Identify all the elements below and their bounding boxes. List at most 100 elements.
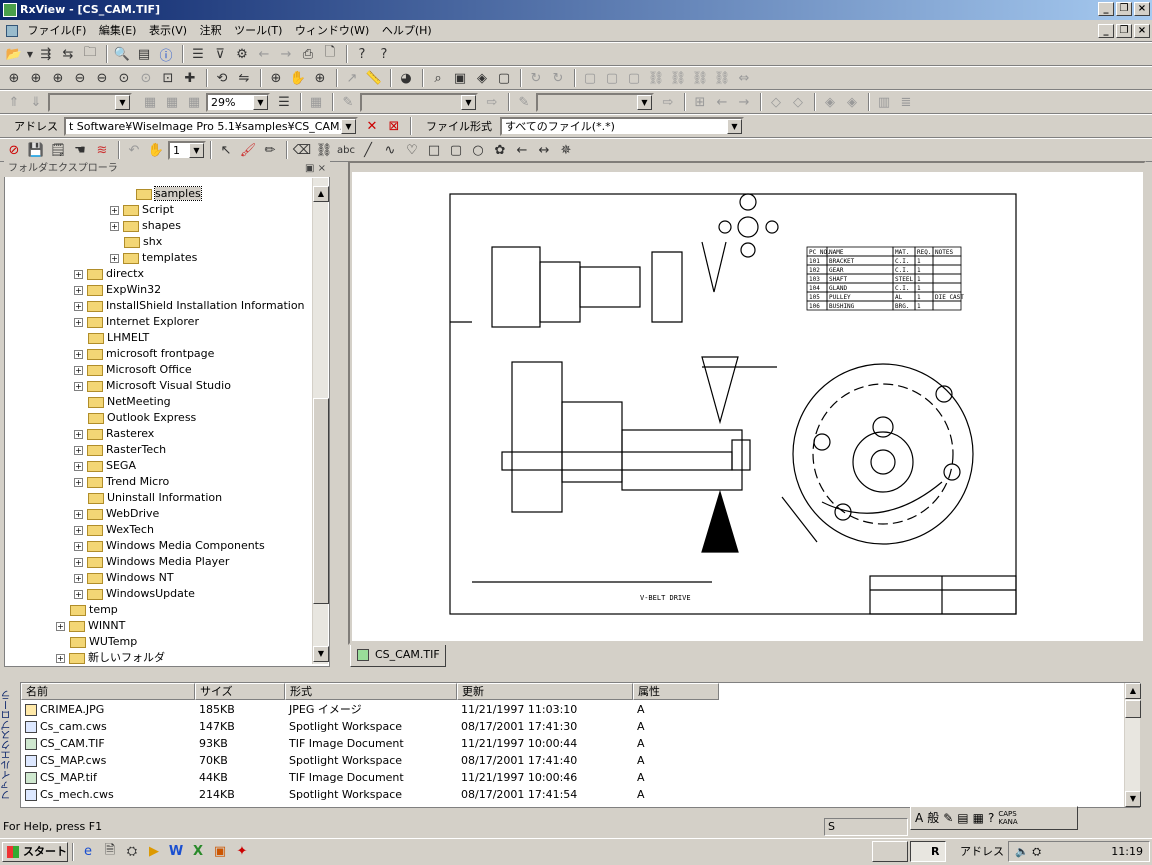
palette-icon[interactable]: ◕ [396,68,416,88]
link-4-icon[interactable]: ⛓ [712,68,732,88]
page-icon[interactable]: ▢ [494,68,514,88]
expand-icon[interactable]: + [74,557,83,567]
ime-caps[interactable]: CAPS [998,810,1017,818]
folder-item[interactable]: + RasterTech [74,442,166,458]
ime-pad-icon[interactable]: ▤ [957,807,968,829]
task-word-button[interactable] [872,841,908,862]
box-3-icon[interactable]: ▢ [624,68,644,88]
word-icon[interactable]: W [166,842,186,862]
arrow-icon[interactable]: ← [512,140,532,160]
expand-icon[interactable]: + [74,429,83,439]
folder-item[interactable]: Outlook Express [88,410,196,426]
pane-close-icon[interactable]: ▣ × [305,161,326,177]
clear-icon[interactable]: ⊠ [384,116,404,136]
circle-icon[interactable]: ○ [468,140,488,160]
apply-2-icon[interactable]: ⇨ [658,92,678,112]
close-button[interactable]: × [1134,2,1150,16]
minimize-button[interactable]: _ [1098,2,1114,16]
tools-icon[interactable]: ⚙ [232,44,252,64]
folder-item[interactable]: LHMELT [88,330,149,346]
doc-close-button[interactable]: × [1134,24,1150,38]
address-combo[interactable]: t Software¥WiseImage Pro 5.1¥samples¥CS_… [64,116,358,136]
column-header[interactable]: サイズ [195,683,285,700]
expand-icon[interactable]: + [74,381,83,391]
file-name[interactable]: Cs_mech.cws [25,786,114,803]
zoom-dynamic-icon[interactable]: ✚ [180,68,200,88]
column-header[interactable]: 名前 [21,683,195,700]
folder-item[interactable]: + directx [74,266,144,282]
folder-item[interactable]: shx [124,234,162,250]
expand-icon[interactable]: + [56,621,65,631]
folder-item[interactable]: + Windows NT [74,570,174,586]
list-icon[interactable]: ☰ [188,44,208,64]
expand-icon[interactable]: + [74,285,83,295]
powerpoint-icon[interactable]: ▣ [210,842,230,862]
expand-icon[interactable]: + [74,509,83,519]
down-icon[interactable]: ⇓ [26,92,46,112]
lines-icon[interactable]: ☰ [274,92,294,112]
overview-icon[interactable]: ▣ [450,68,470,88]
chart-icon[interactable]: ▥ [874,92,894,112]
column-header[interactable]: 更新 [457,683,633,700]
expand-icon[interactable]: + [74,349,83,359]
acrobat-icon[interactable]: ✦ [232,842,252,862]
rotate-icon[interactable]: ⟲ [212,68,232,88]
window-icon[interactable]: ▤ [134,44,154,64]
heart-icon[interactable]: ♡ [402,140,422,160]
doc-restore-button[interactable]: ❐ [1116,24,1132,38]
file-scroll-up-icon[interactable]: ▲ [1125,683,1141,699]
link-2-icon[interactable]: ⛓ [668,68,688,88]
expand-icon[interactable]: + [74,541,83,551]
expand-icon[interactable]: + [74,573,83,583]
folder-item[interactable]: + Windows Media Player [74,554,229,570]
ime-dict-icon[interactable]: ✎ [943,807,953,829]
line-width-combo[interactable]: 1 ▼ [168,140,206,160]
grid-icon[interactable]: ▦ [140,92,160,112]
magnify-icon[interactable]: ⊕ [266,68,286,88]
ime-mode[interactable]: 般 [927,807,939,829]
ruler-icon[interactable]: 📏 [364,68,384,88]
folder-item[interactable]: + WindowsUpdate [74,586,195,602]
folder-item[interactable]: + Windows Media Components [74,538,265,554]
curve-icon[interactable]: ∿ [380,140,400,160]
dropdown-icon[interactable]: ▼ [26,44,34,64]
ime-help-icon[interactable]: ? [988,807,994,829]
link-icon[interactable]: ⛓ [646,68,666,88]
tag-icon[interactable]: ◇ [766,92,786,112]
cancel-icon[interactable]: ✕ [362,116,382,136]
up-icon[interactable]: ⇑ [4,92,24,112]
menu-view[interactable]: 表示(V) [149,24,187,37]
brush-icon[interactable]: 🖌 [238,140,258,160]
network-icon[interactable]: ⛭ [1032,845,1041,858]
folder-item[interactable]: NetMeeting [88,394,171,410]
file-name[interactable]: CS_MAP.cws [25,752,106,769]
expand-icon[interactable]: + [74,317,83,327]
expand-icon[interactable]: + [56,653,65,663]
pen-icon[interactable]: ✎ [338,92,358,112]
filter-icon[interactable]: ⊽ [210,44,230,64]
cloud-icon[interactable]: ✿ [490,140,510,160]
document-tab[interactable]: CS_CAM.TIF [350,645,446,667]
ime-kana[interactable]: KANA [998,818,1017,826]
file-name[interactable]: CS_MAP.tif [25,769,97,786]
column-header[interactable]: 属性 [633,683,719,700]
pan-icon[interactable]: ✋ [288,68,308,88]
expand-icon[interactable]: + [74,461,83,471]
undo-icon[interactable]: ↶ [124,140,144,160]
restore-button[interactable]: ❐ [1116,2,1132,16]
folder-tree[interactable]: samples + Script + shapes shx + templates + direc… [6,178,312,664]
grid-2-icon[interactable]: ▦ [162,92,182,112]
zoom-region-icon[interactable]: ⊕ [310,68,330,88]
folder-icon[interactable]: 🗀 [80,44,100,64]
drawing-canvas[interactable]: PC NO. NAME MAT. REQ. NOTES 101 BRACKET C.I. 1 10… [352,172,1143,641]
media-icon[interactable]: ▶ [144,842,164,862]
apply-icon[interactable]: ⇨ [482,92,502,112]
folder-item[interactable]: + microsoft frontpage [74,346,214,362]
zoom-combo[interactable]: 29% ▼ [206,92,270,112]
ime-a-icon[interactable]: A [915,807,923,829]
app-icon[interactable] [3,3,17,17]
dimension-icon[interactable]: ↔ [534,140,554,160]
print-icon[interactable]: ⎙ [298,44,318,64]
stack-icon[interactable]: ≣ [896,92,916,112]
text-icon[interactable]: abc [336,140,356,160]
